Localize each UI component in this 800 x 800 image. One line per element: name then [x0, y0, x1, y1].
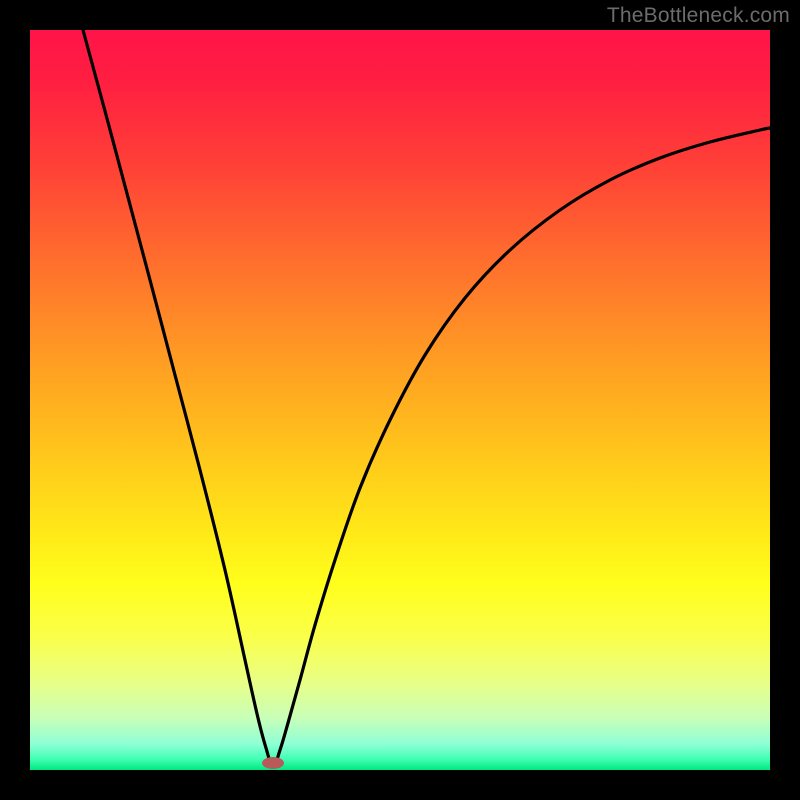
- plot-area: [30, 30, 770, 770]
- chart-frame: TheBottleneck.com: [0, 0, 800, 800]
- minimum-marker: [262, 757, 284, 769]
- watermark-text: TheBottleneck.com: [607, 4, 790, 28]
- chart-svg: [30, 30, 770, 770]
